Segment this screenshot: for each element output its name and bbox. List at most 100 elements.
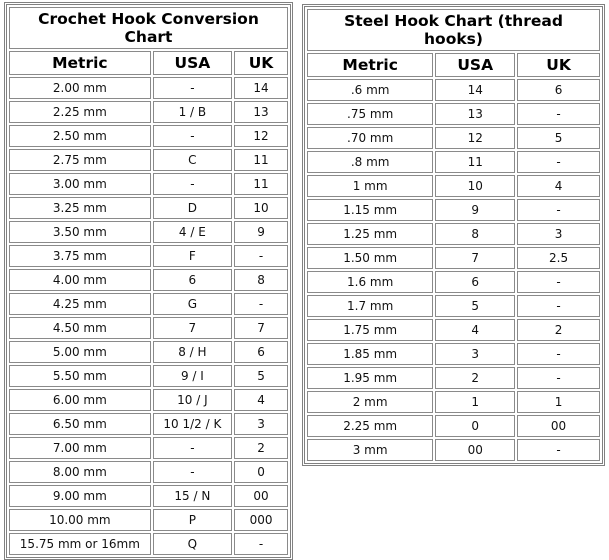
cell-metric: 1.75 mm [307, 319, 434, 341]
table-row: 1.85 mm 3- [307, 343, 600, 365]
cell-metric: 1.95 mm [307, 367, 434, 389]
cell-uk: 10 [234, 197, 288, 219]
cell-uk: 11 [234, 173, 288, 195]
table-row: 1.7 mm 5- [307, 295, 600, 317]
cell-uk: - [517, 151, 600, 173]
table-row: 2.50 mm -12 [9, 125, 288, 147]
cell-usa: 10 [435, 175, 516, 197]
cell-metric: 2.50 mm [9, 125, 151, 147]
table-row: 3.50 mm 4 / E9 [9, 221, 288, 243]
table-row: 6.00 mm 10 / J4 [9, 389, 288, 411]
cell-uk: 2 [517, 319, 600, 341]
cell-metric: 7.00 mm [9, 437, 151, 459]
cell-uk: 4 [234, 389, 288, 411]
cell-usa: - [152, 125, 233, 147]
table-row: 8.00 mm -0 [9, 461, 288, 483]
cell-metric: 1.7 mm [307, 295, 434, 317]
table-row: 10.00 mm P 000 [9, 509, 288, 531]
cell-uk: - [234, 533, 288, 555]
cell-usa: 6 [152, 269, 233, 291]
cell-usa: 15 / N [152, 485, 233, 507]
cell-usa: - [152, 77, 233, 99]
cell-metric: 1.15 mm [307, 199, 434, 221]
cell-metric: .8 mm [307, 151, 434, 173]
table-row: 5.00 mm 8 / H6 [9, 341, 288, 363]
cell-uk: 4 [517, 175, 600, 197]
table-row: 7.00 mm -2 [9, 437, 288, 459]
cell-metric: 2.25 mm [307, 415, 434, 437]
cell-usa: 7 [152, 317, 233, 339]
cell-usa: 9 [435, 199, 516, 221]
title-row: Crochet Hook Conversion Chart [9, 7, 288, 49]
cell-uk: - [517, 103, 600, 125]
cell-uk: 6 [517, 79, 600, 101]
cell-usa: Q [152, 533, 233, 555]
table-row: 4.25 mm G - [9, 293, 288, 315]
cell-uk: 13 [234, 101, 288, 123]
table-row: 2.25 mm 1 / B 13 [9, 101, 288, 123]
cell-usa: 5 [435, 295, 516, 317]
column-header-uk: UK [517, 53, 600, 77]
cell-usa: 13 [435, 103, 516, 125]
header-row: Metric USA UK [9, 51, 288, 75]
table-row: 1.75 mm 4 2 [307, 319, 600, 341]
cell-metric: 2.25 mm [9, 101, 151, 123]
cell-uk: - [517, 295, 600, 317]
column-header-usa: USA [152, 51, 233, 75]
cell-metric: 3.75 mm [9, 245, 151, 267]
cell-metric: 4.50 mm [9, 317, 151, 339]
cell-uk: 9 [234, 221, 288, 243]
header-row: Metric USA UK [307, 53, 600, 77]
cell-metric: 1 mm [307, 175, 434, 197]
table-row: 4.00 mm 6 8 [9, 269, 288, 291]
cell-usa: D [152, 197, 233, 219]
cell-metric: 3.00 mm [9, 173, 151, 195]
cell-metric: 6.50 mm [9, 413, 151, 435]
cell-uk: 00 [234, 485, 288, 507]
table-row: .70 mm 12 5 [307, 127, 600, 149]
cell-metric: 1.25 mm [307, 223, 434, 245]
cell-usa: C [152, 149, 233, 171]
cell-metric: 3.50 mm [9, 221, 151, 243]
cell-uk: - [234, 293, 288, 315]
table-row: 2 mm 1 1 [307, 391, 600, 413]
table-row: 2.75 mm C 11 [9, 149, 288, 171]
cell-metric: 3.25 mm [9, 197, 151, 219]
column-header-usa: USA [435, 53, 516, 77]
cell-uk: 8 [234, 269, 288, 291]
cell-usa: 2 [435, 367, 516, 389]
cell-usa: 14 [435, 79, 516, 101]
cell-uk: 000 [234, 509, 288, 531]
table-body: 2.00 mm -14 2.25 mm 1 / B 13 2.50 mm -12 2.75 m… [9, 77, 288, 555]
table-row: 6.50 mm 10 1/2 / K3 [9, 413, 288, 435]
cell-usa: 12 [435, 127, 516, 149]
cell-usa: 00 [435, 439, 516, 461]
cell-metric: .6 mm [307, 79, 434, 101]
cell-uk: 2 [234, 437, 288, 459]
table-row: 15.75 mm or 16mm Q - [9, 533, 288, 555]
cell-usa: 0 [435, 415, 516, 437]
cell-usa: - [152, 437, 233, 459]
cell-metric: 1.50 mm [307, 247, 434, 269]
cell-usa: 9 / I [152, 365, 233, 387]
steel-hook-chart-table: Steel Hook Chart (thread hooks) Metric U… [302, 4, 605, 466]
cell-metric: 2.75 mm [9, 149, 151, 171]
table-title: Crochet Hook Conversion Chart [9, 7, 288, 49]
cell-uk: 14 [234, 77, 288, 99]
cell-usa: 3 [435, 343, 516, 365]
cell-metric: 15.75 mm or 16mm [9, 533, 151, 555]
cell-metric: 2.00 mm [9, 77, 151, 99]
cell-metric: 5.00 mm [9, 341, 151, 363]
column-header-metric: Metric [9, 51, 151, 75]
table-title: Steel Hook Chart (thread hooks) [307, 9, 600, 51]
table-row: 2.00 mm -14 [9, 77, 288, 99]
cell-metric: 2 mm [307, 391, 434, 413]
table-row: 3.00 mm -11 [9, 173, 288, 195]
cell-usa: 7 [435, 247, 516, 269]
cell-uk: 3 [234, 413, 288, 435]
cell-uk: - [517, 343, 600, 365]
cell-uk: 5 [234, 365, 288, 387]
cell-uk: 3 [517, 223, 600, 245]
cell-uk: 2.5 [517, 247, 600, 269]
cell-metric: 4.00 mm [9, 269, 151, 291]
